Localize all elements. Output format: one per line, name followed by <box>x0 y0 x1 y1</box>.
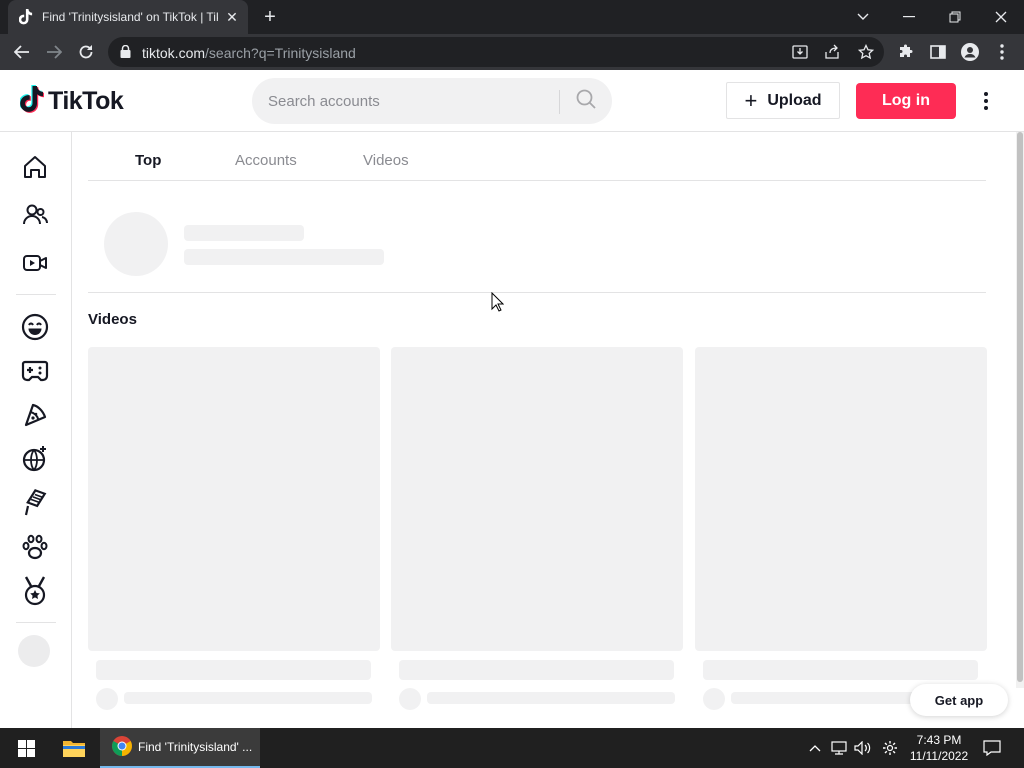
comedy-icon[interactable] <box>18 310 52 344</box>
video-author-skeleton <box>427 692 675 704</box>
browser-toolbar: tiktok.com/search?q=Trinitysisland <box>0 34 1024 70</box>
share-icon[interactable] <box>822 42 842 62</box>
page-scrollbar[interactable] <box>1016 132 1024 688</box>
tab-title: Find 'Trinitysisland' on TikTok | TikTok… <box>42 10 218 24</box>
browser-menu-icon[interactable] <box>988 38 1016 66</box>
search-button[interactable] <box>564 84 608 118</box>
minimize-icon[interactable] <box>886 0 932 34</box>
clock-date: 11/11/2022 <box>909 749 969 763</box>
video-card-skeleton <box>391 347 683 651</box>
tiktok-logo[interactable]: TikTok <box>19 84 124 118</box>
tab-search-chevron-icon[interactable] <box>840 0 886 34</box>
upload-button[interactable]: + Upload <box>726 82 840 119</box>
account-name-skeleton <box>184 225 304 241</box>
chrome-icon <box>112 735 132 759</box>
search-divider <box>559 90 560 114</box>
following-icon[interactable] <box>18 198 52 232</box>
volume-icon[interactable] <box>853 738 873 758</box>
tiktok-favicon-icon <box>18 9 34 25</box>
upload-label: Upload <box>767 91 822 109</box>
account-desc-skeleton <box>184 249 384 265</box>
avatar-placeholder <box>18 635 50 667</box>
mouse-cursor-icon <box>491 291 505 317</box>
bookmark-star-icon[interactable] <box>856 42 876 62</box>
site-header: TikTok + Upload Log in <box>0 70 1024 132</box>
tray-chevron-up-icon[interactable] <box>805 738 825 758</box>
video-author-avatar-skeleton <box>399 688 421 710</box>
reload-icon[interactable] <box>72 38 100 66</box>
sidebar-divider <box>16 294 56 295</box>
network-icon[interactable] <box>829 738 849 758</box>
video-title-skeleton <box>399 660 674 680</box>
settings-gear-icon[interactable] <box>880 738 900 758</box>
lock-icon[interactable] <box>120 44 131 63</box>
account-avatar-skeleton <box>104 212 168 276</box>
video-author-avatar-skeleton <box>96 688 118 710</box>
taskbar-chrome-label: Find 'Trinitysisland' ... <box>138 740 253 754</box>
tab-videos[interactable]: Videos <box>363 152 409 169</box>
search-bar <box>252 78 612 124</box>
videos-heading: Videos <box>88 311 137 328</box>
video-title-skeleton <box>703 660 978 680</box>
video-card-skeleton <box>88 347 380 651</box>
login-button[interactable]: Log in <box>856 83 956 119</box>
install-app-icon[interactable] <box>790 42 810 62</box>
food-icon[interactable] <box>18 398 52 432</box>
video-title-skeleton <box>96 660 371 680</box>
browser-tab-strip: Find 'Trinitysisland' on TikTok | TikTok… <box>0 0 1024 34</box>
side-panel-icon[interactable] <box>924 38 952 66</box>
forward-arrow-icon[interactable] <box>40 38 68 66</box>
windows-start-icon[interactable] <box>6 728 46 768</box>
live-icon[interactable] <box>18 246 52 280</box>
more-options-icon[interactable] <box>976 89 996 113</box>
taskbar-chrome-window[interactable]: Find 'Trinitysisland' ... <box>100 728 260 768</box>
search-icon <box>576 89 596 114</box>
url-text[interactable]: tiktok.com/search?q=Trinitysisland <box>142 45 356 61</box>
search-input[interactable] <box>268 90 548 112</box>
back-arrow-icon[interactable] <box>8 38 36 66</box>
tab-close-icon[interactable]: ✕ <box>224 9 240 25</box>
file-explorer-icon[interactable] <box>54 728 94 768</box>
tiktok-note-icon <box>19 84 45 118</box>
animals-icon[interactable] <box>18 530 52 564</box>
beauty-icon[interactable] <box>18 486 52 520</box>
address-bar[interactable]: tiktok.com/search?q=Trinitysisland <box>108 37 884 67</box>
close-window-icon[interactable] <box>978 0 1024 34</box>
windows-taskbar: Find 'Trinitysisland' ... 7:43 PM 11/11/… <box>0 728 1024 768</box>
video-author-skeleton <box>124 692 372 704</box>
dance-icon[interactable] <box>18 442 52 476</box>
video-author-avatar-skeleton <box>703 688 725 710</box>
browser-tab[interactable]: Find 'Trinitysisland' on TikTok | TikTok… <box>8 0 248 34</box>
notifications-icon[interactable] <box>982 738 1002 758</box>
restore-icon[interactable] <box>932 0 978 34</box>
scrollbar-thumb[interactable] <box>1017 132 1023 682</box>
logo-text: TikTok <box>48 86 124 115</box>
sidebar-divider <box>16 622 56 623</box>
video-card-skeleton <box>695 347 987 651</box>
plus-icon: + <box>744 87 758 113</box>
profile-icon[interactable] <box>956 38 984 66</box>
taskbar-clock[interactable]: 7:43 PM 11/11/2022 <box>904 732 974 764</box>
gaming-icon[interactable] <box>18 354 52 388</box>
new-tab-button[interactable]: + <box>258 5 282 29</box>
extensions-puzzle-icon[interactable] <box>892 38 920 66</box>
left-sidebar <box>0 132 72 728</box>
get-app-button[interactable]: Get app <box>910 684 1008 716</box>
tab-accounts[interactable]: Accounts <box>235 152 297 169</box>
sports-icon[interactable] <box>18 574 52 608</box>
home-icon[interactable] <box>18 150 52 184</box>
tab-top[interactable]: Top <box>135 152 161 169</box>
clock-time: 7:43 PM <box>916 733 962 747</box>
search-tabs: Top Accounts Videos <box>88 132 986 181</box>
section-divider <box>88 292 986 293</box>
